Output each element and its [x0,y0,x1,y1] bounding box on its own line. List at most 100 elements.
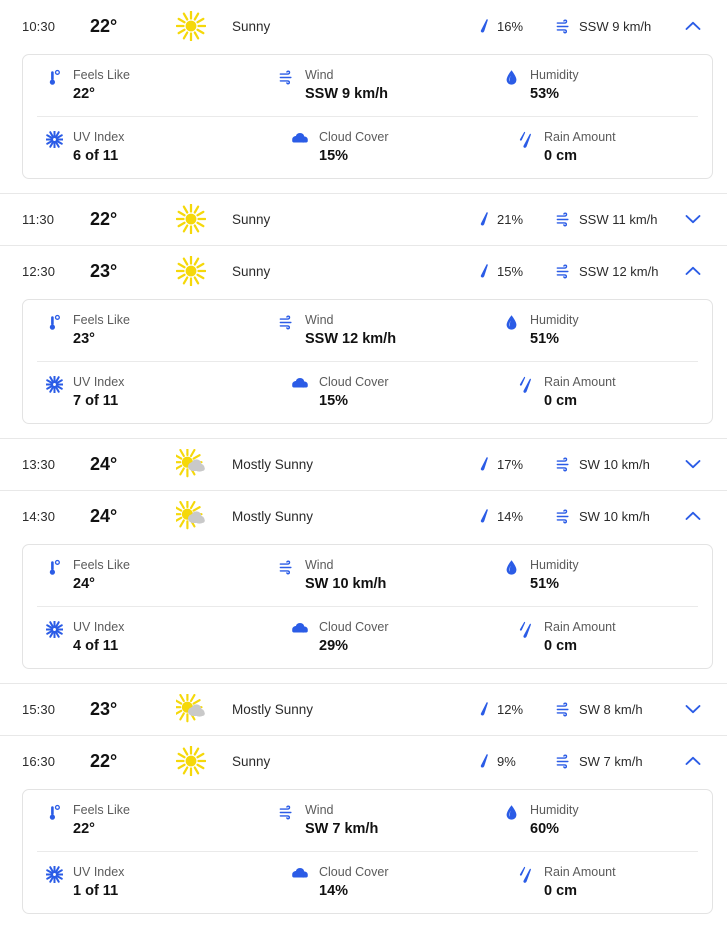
detail-value: 51% [530,331,560,347]
detail-wind: Wind SW 7 km/h [255,803,480,838]
thermometer-icon [45,68,63,86]
detail-label: Humidity [530,803,579,817]
hour-row[interactable]: 11:30 22° Sunny 21% SSW 11 km/h [0,193,727,245]
sun-behind-cloud-icon [164,501,218,531]
detail-rain_amount: Rain Amount 0 cm [508,130,698,165]
detail-cloud_cover: Cloud Cover 15% [283,375,508,410]
hour-temperature: 24° [90,453,118,474]
detail-value: SW 7 km/h [305,821,379,837]
detail-row-bottom: UV Index 6 of 11 Cloud Cover 15% Rain Am… [37,116,698,178]
hour-temperature: 24° [90,505,118,526]
hour-condition: Sunny [232,18,271,34]
chevron-down-icon[interactable] [673,704,713,714]
sun-behind-cloud-icon [164,449,218,479]
detail-humidity: Humidity 53% [480,68,712,103]
detail-feels_like: Feels Like 24° [23,558,255,593]
sun-icon [164,204,218,234]
detail-humidity: Humidity 60% [480,803,712,838]
hour-row[interactable]: 12:30 23° Sunny 15% SSW 12 km/h [0,245,727,297]
precipitation-value: 16% [497,18,524,34]
hour-row[interactable]: 15:30 23° Mostly Sunny 12% SW 8 km/h [0,683,727,735]
detail-label: Cloud Cover [319,130,389,144]
uv-sun-icon [45,375,63,393]
detail-label: Wind [305,558,334,572]
thermometer-icon [45,313,63,331]
detail-label: Wind [305,803,334,817]
water-drop-icon [502,803,520,821]
chevron-down-icon[interactable] [673,214,713,224]
wind-icon [277,68,295,86]
detail-label: Rain Amount [544,620,616,634]
hour-row[interactable]: 14:30 24° Mostly Sunny 14% SW 10 km/h [0,490,727,542]
hour-detail-card: Feels Like 23° Wind SSW 12 km/h Humidity… [22,299,713,424]
hour-detail-card: Feels Like 22° Wind SSW 9 km/h Humidity … [22,54,713,179]
detail-value: SSW 9 km/h [305,86,388,102]
detail-label: Wind [305,68,334,82]
detail-wind: Wind SSW 9 km/h [255,68,480,103]
detail-label: Humidity [530,68,579,82]
hour-condition: Mostly Sunny [232,456,314,472]
detail-label: UV Index [73,375,125,389]
uv-sun-icon [45,865,63,883]
hour-temperature: 23° [90,260,118,281]
hour-wind: SSW 11 km/h [555,211,673,228]
wind-value: SW 10 km/h [579,508,650,524]
detail-value: 24° [73,576,95,592]
hour-condition: Mostly Sunny [232,701,314,717]
hour-wind: SSW 12 km/h [555,263,673,280]
detail-cloud_cover: Cloud Cover 29% [283,620,508,655]
detail-label: UV Index [73,620,125,634]
wind-value: SW 8 km/h [579,701,643,717]
detail-value: SW 10 km/h [305,576,387,592]
detail-feels_like: Feels Like 22° [23,68,255,103]
detail-label: Wind [305,313,334,327]
chevron-up-icon[interactable] [673,266,713,276]
detail-row-top: Feels Like 22° Wind SSW 9 km/h Humidity … [23,55,712,116]
hour-time: 10:30 [22,18,56,34]
wind-value: SW 7 km/h [579,753,643,769]
hour-time: 12:30 [22,263,56,279]
wind-icon [277,558,295,576]
sun-icon [164,11,218,41]
rain-icon [516,865,534,884]
detail-value: SSW 12 km/h [305,331,397,347]
detail-value: 53% [530,86,560,102]
detail-row-bottom: UV Index 1 of 11 Cloud Cover 14% Rain Am… [37,851,698,913]
hour-row[interactable]: 16:30 22° Sunny 9% SW 7 km/h [0,735,727,787]
hour-wind: SSW 9 km/h [555,18,673,35]
sun-icon [164,256,218,286]
detail-cloud_cover: Cloud Cover 15% [283,130,508,165]
detail-row-top: Feels Like 24° Wind SW 10 km/h Humidity … [23,545,712,606]
uv-sun-icon [45,130,63,148]
detail-value: 0 cm [544,883,578,899]
precipitation-value: 17% [497,456,524,472]
detail-rain_amount: Rain Amount 0 cm [508,620,698,655]
hour-row[interactable]: 13:30 24° Mostly Sunny 17% SW 10 km/h [0,438,727,490]
detail-value: 1 of 11 [73,883,119,899]
detail-feels_like: Feels Like 23° [23,313,255,348]
cloud-icon [291,620,309,634]
chevron-up-icon[interactable] [673,756,713,766]
hour-wind: SW 7 km/h [555,753,673,770]
hour-precipitation: 16% [477,18,555,34]
wind-value: SSW 12 km/h [579,263,659,279]
wind-icon [555,508,572,525]
raindrop-icon [477,263,491,279]
detail-value: 6 of 11 [73,148,119,164]
hour-time: 11:30 [22,211,55,227]
water-drop-icon [502,68,520,86]
hour-time: 14:30 [22,508,56,524]
chevron-down-icon[interactable] [673,459,713,469]
wind-value: SSW 11 km/h [579,211,658,227]
chevron-up-icon[interactable] [673,21,713,31]
detail-value: 0 cm [544,638,578,654]
sun-behind-cloud-icon [164,694,218,724]
detail-label: UV Index [73,865,125,879]
detail-value: 15% [319,393,349,409]
hour-row[interactable]: 10:30 22° Sunny 16% SSW 9 km/h [0,0,727,52]
chevron-up-icon[interactable] [673,511,713,521]
raindrop-icon [477,753,491,769]
hour-detail-card: Feels Like 22° Wind SW 7 km/h Humidity 6… [22,789,713,914]
uv-sun-icon [45,620,63,638]
wind-icon [555,263,572,280]
